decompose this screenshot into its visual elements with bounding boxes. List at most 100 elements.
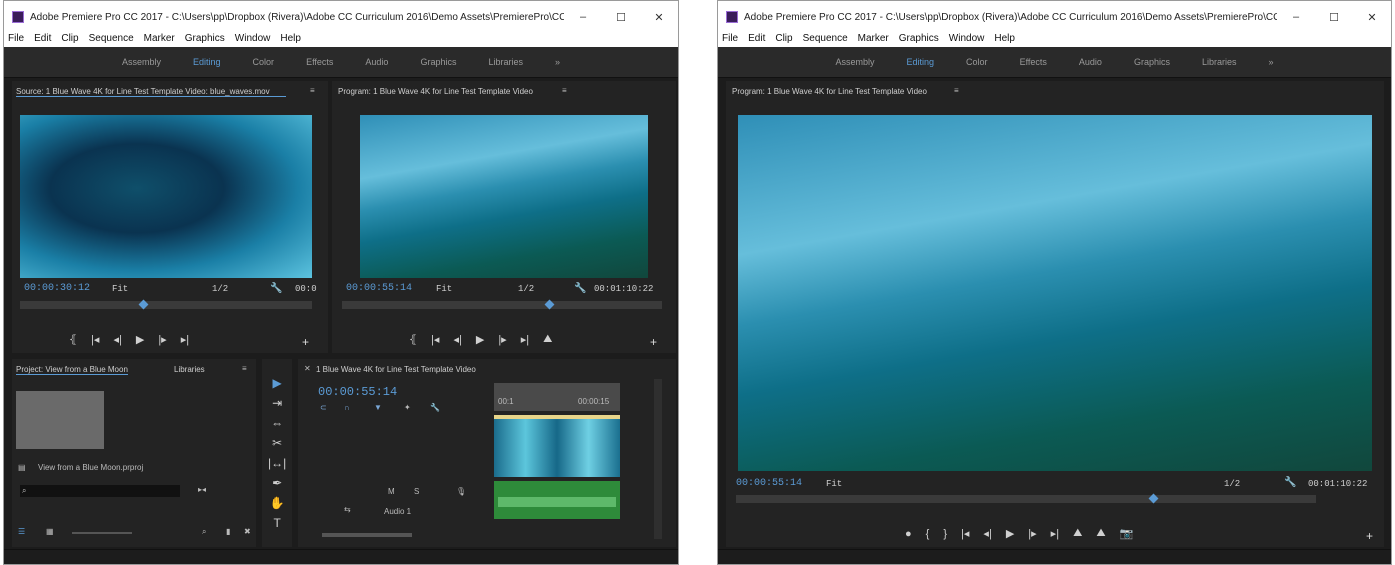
button-editor-icon[interactable]: + xyxy=(1366,529,1373,543)
mute-icon[interactable]: M xyxy=(388,487,395,496)
menu-sequence[interactable]: Sequence xyxy=(89,33,134,47)
wrench-icon[interactable]: 🔧 xyxy=(1284,477,1296,488)
program-timecode[interactable]: 00:00:55:14 xyxy=(346,283,412,294)
menu-file[interactable]: File xyxy=(722,33,738,47)
wrench-icon[interactable]: 🔧 xyxy=(574,283,586,294)
go-to-in-icon[interactable]: |◂ xyxy=(91,333,99,346)
project-thumbnail[interactable] xyxy=(16,391,104,449)
minimize-icon[interactable]: – xyxy=(1277,11,1315,23)
panel-menu-icon[interactable]: ≡ xyxy=(310,86,315,95)
close-icon[interactable]: ✕ xyxy=(1353,11,1391,24)
menu-clip[interactable]: Clip xyxy=(61,33,78,47)
menu-help[interactable]: Help xyxy=(280,33,301,47)
menu-graphics[interactable]: Graphics xyxy=(899,33,939,47)
program-monitor-tab[interactable]: Program: 1 Blue Wave 4K for Line Test Te… xyxy=(732,87,927,96)
libraries-tab[interactable]: Libraries xyxy=(174,365,205,374)
source-monitor-tab[interactable]: Source: 1 Blue Wave 4K for Line Test Tem… xyxy=(16,87,286,97)
project-search-input[interactable] xyxy=(20,485,180,497)
maximize-icon[interactable]: ☐ xyxy=(1315,11,1353,24)
go-to-in-icon[interactable]: |◂ xyxy=(961,527,969,540)
marker-icon[interactable]: ✦ xyxy=(404,403,411,412)
workspace-libraries[interactable]: Libraries xyxy=(1202,57,1237,67)
export-frame-icon[interactable]: 📷 xyxy=(1120,527,1134,540)
workspace-libraries[interactable]: Libraries xyxy=(488,57,523,67)
sync-lock-icon[interactable]: ⇆ xyxy=(344,505,351,514)
workspace-assembly[interactable]: Assembly xyxy=(122,57,161,67)
list-view-icon[interactable]: ☰ xyxy=(18,527,25,536)
mark-in-icon[interactable]: { xyxy=(926,528,930,540)
source-resolution-select[interactable]: 1/2 xyxy=(212,284,228,294)
menu-window[interactable]: Window xyxy=(949,33,985,47)
workspace-graphics[interactable]: Graphics xyxy=(420,57,456,67)
close-icon[interactable]: ✕ xyxy=(640,11,678,24)
button-editor-icon[interactable]: + xyxy=(302,335,309,349)
workspace-audio[interactable]: Audio xyxy=(1079,57,1102,67)
play-icon[interactable]: ▶ xyxy=(136,333,144,346)
go-to-out-icon[interactable]: ▸| xyxy=(181,333,189,346)
step-forward-icon[interactable]: |▸ xyxy=(1028,527,1036,540)
mark-in-icon[interactable]: ⦃ xyxy=(69,333,77,346)
button-editor-icon[interactable]: + xyxy=(650,335,657,349)
close-icon[interactable]: ✕ xyxy=(304,364,311,373)
hand-tool-icon[interactable]: ✋ xyxy=(270,496,285,510)
source-time-ruler[interactable] xyxy=(20,301,312,309)
clear-icon[interactable]: ✖ xyxy=(244,527,251,536)
project-tab[interactable]: Project: View from a Blue Moon xyxy=(16,365,128,375)
menu-marker[interactable]: Marker xyxy=(858,33,889,47)
program-time-ruler[interactable] xyxy=(342,301,662,309)
menu-graphics[interactable]: Graphics xyxy=(185,33,225,47)
menu-help[interactable]: Help xyxy=(994,33,1015,47)
add-marker-icon[interactable]: ▼ xyxy=(374,403,382,412)
workspace-editing[interactable]: Editing xyxy=(193,57,221,67)
workspace-audio[interactable]: Audio xyxy=(365,57,388,67)
workspace-editing[interactable]: Editing xyxy=(907,57,935,67)
program-resolution-select[interactable]: 1/2 xyxy=(518,284,534,294)
workspace-effects[interactable]: Effects xyxy=(1020,57,1047,67)
workspace-graphics[interactable]: Graphics xyxy=(1134,57,1170,67)
go-to-out-icon[interactable]: ▸| xyxy=(1051,527,1059,540)
menu-sequence[interactable]: Sequence xyxy=(803,33,848,47)
step-forward-icon[interactable]: |▸ xyxy=(158,333,166,346)
lift-icon[interactable]: ⛰ xyxy=(543,333,552,346)
type-tool-icon[interactable]: T xyxy=(273,516,280,530)
step-back-icon[interactable]: ◂| xyxy=(113,333,121,346)
find-icon[interactable]: ⌕ xyxy=(202,527,206,537)
extract-icon[interactable]: ⛰ xyxy=(1096,527,1105,540)
panel-menu-icon[interactable]: ≡ xyxy=(954,86,959,95)
menu-marker[interactable]: Marker xyxy=(144,33,175,47)
menu-edit[interactable]: Edit xyxy=(748,33,765,47)
source-fit-select[interactable]: Fit xyxy=(112,284,128,294)
panel-menu-icon[interactable]: ≡ xyxy=(242,364,247,373)
voiceover-mic-icon[interactable]: 🎙 xyxy=(456,487,466,496)
program-monitor-tab[interactable]: Program: 1 Blue Wave 4K for Line Test Te… xyxy=(338,87,533,96)
timeline-tab[interactable]: 1 Blue Wave 4K for Line Test Template Vi… xyxy=(316,365,476,374)
menu-edit[interactable]: Edit xyxy=(34,33,51,47)
ripple-edit-tool-icon[interactable]: ⇔ xyxy=(271,416,283,430)
menu-window[interactable]: Window xyxy=(235,33,271,47)
workspace-color[interactable]: Color xyxy=(966,57,988,67)
program-timecode[interactable]: 00:00:55:14 xyxy=(736,478,802,489)
new-bin-icon[interactable]: ▸◂ xyxy=(198,485,206,494)
minimize-icon[interactable]: – xyxy=(564,11,602,23)
step-back-icon[interactable]: ◂| xyxy=(453,333,461,346)
video-clip[interactable] xyxy=(494,419,620,477)
razor-tool-icon[interactable]: ✂ xyxy=(272,436,282,450)
menu-file[interactable]: File xyxy=(8,33,24,47)
play-icon[interactable]: ▶ xyxy=(1006,527,1014,540)
step-forward-icon[interactable]: |▸ xyxy=(498,333,506,346)
new-item-icon[interactable]: ▮ xyxy=(226,527,230,536)
workspace-overflow-icon[interactable]: » xyxy=(555,57,560,67)
workspace-assembly[interactable]: Assembly xyxy=(836,57,875,67)
track-select-tool-icon[interactable]: ⇥ xyxy=(272,396,282,410)
panel-menu-icon[interactable]: ≡ xyxy=(562,86,567,95)
go-to-out-icon[interactable]: ▸| xyxy=(521,333,529,346)
icon-view-icon[interactable]: ▦ xyxy=(46,527,54,536)
workspace-effects[interactable]: Effects xyxy=(306,57,333,67)
snap-icon[interactable]: ⊂ xyxy=(320,403,327,412)
zoom-slider[interactable] xyxy=(72,532,132,534)
timeline-zoom-scrollbar[interactable] xyxy=(322,533,412,537)
step-back-icon[interactable]: ◂| xyxy=(983,527,991,540)
program-fit-select[interactable]: Fit xyxy=(436,284,452,294)
workspace-color[interactable]: Color xyxy=(253,57,275,67)
menu-clip[interactable]: Clip xyxy=(775,33,792,47)
